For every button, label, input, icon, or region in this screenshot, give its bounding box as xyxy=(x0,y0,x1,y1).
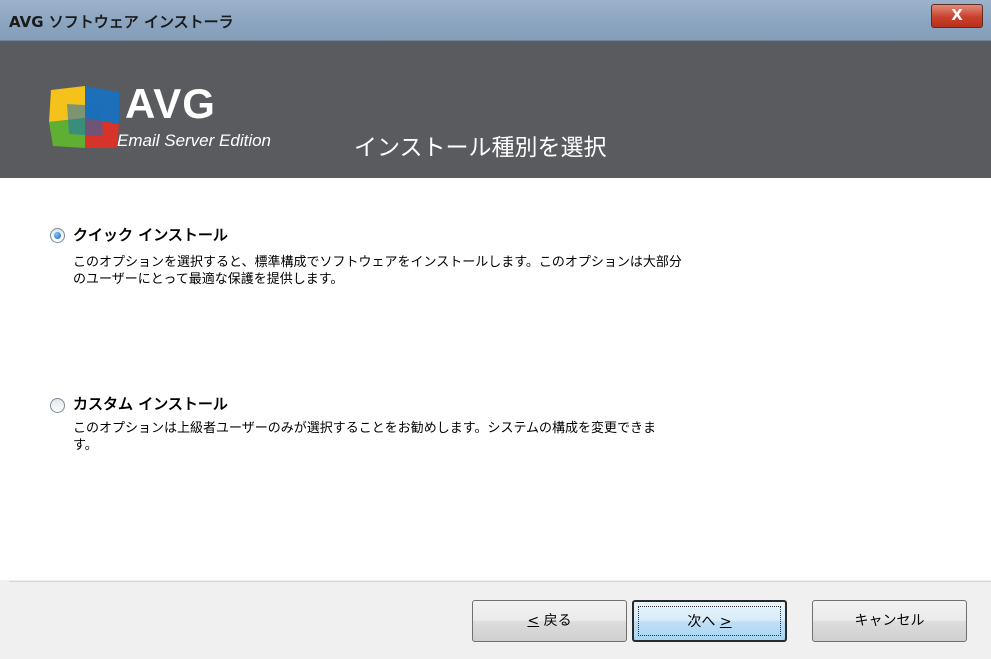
installer-header: AVG Email Server Edition インストール種別を選択 xyxy=(0,41,991,178)
cancel-label: キャンセル xyxy=(854,613,925,629)
cancel-button[interactable]: キャンセル xyxy=(812,600,967,642)
brand-name: AVG xyxy=(125,80,216,127)
back-mnemonic: < xyxy=(527,613,540,629)
focus-rect xyxy=(638,606,781,636)
close-button[interactable]: X xyxy=(931,4,983,28)
quick-install-radio[interactable] xyxy=(50,228,65,243)
custom-install-desc-line1: このオプションは上級者ユーザーのみが選択することをお勧めします。システムの構成を… xyxy=(73,421,657,436)
quick-install-desc-line1: このオプションを選択すると、標準構成でソフトウェアをインストールします。このオプ… xyxy=(73,255,682,270)
custom-install-label[interactable]: カスタム インストール xyxy=(73,393,228,414)
window-title: AVG ソフトウェア インストーラ xyxy=(9,13,234,31)
custom-install-description: このオプションは上級者ユーザーのみが選択することをお勧めします。システムの構成を… xyxy=(73,420,773,454)
footer-divider xyxy=(9,581,991,582)
edition-name: Email Server Edition xyxy=(117,131,272,150)
close-icon: X xyxy=(951,6,963,24)
page-title: インストール種別を選択 xyxy=(354,135,607,161)
custom-install-desc-line2: す。 xyxy=(73,438,98,453)
quick-install-description: このオプションを選択すると、標準構成でソフトウェアをインストールします。このオプ… xyxy=(73,254,773,288)
title-bar: AVG ソフトウェア インストーラ X xyxy=(0,0,991,41)
back-label: 戻る xyxy=(539,613,572,629)
next-button[interactable]: 次へ > xyxy=(632,600,787,642)
quick-install-label[interactable]: クイック インストール xyxy=(73,224,228,245)
custom-install-radio[interactable] xyxy=(50,398,65,413)
quick-install-desc-line2: のユーザーにとって最適な保護を提供します。 xyxy=(73,272,344,287)
avg-logo-icon xyxy=(49,86,119,148)
back-button[interactable]: < 戻る xyxy=(472,600,627,642)
